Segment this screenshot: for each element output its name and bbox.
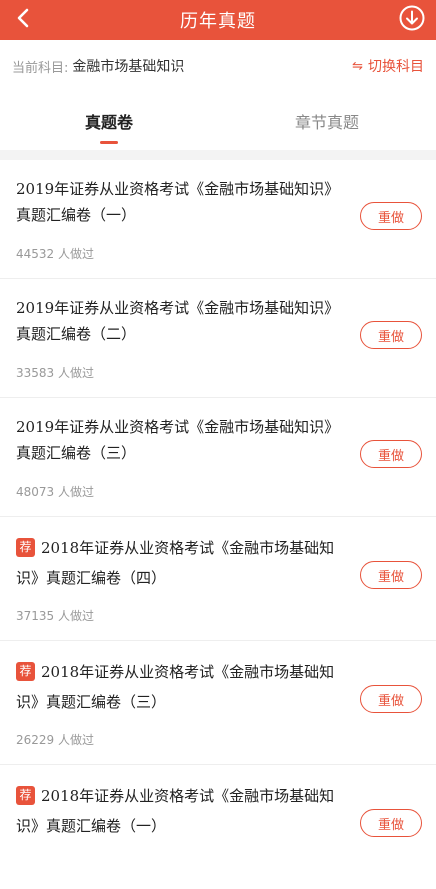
- current-subject-value: 金融市场基础知识: [72, 59, 185, 75]
- swap-icon: ⇋: [352, 58, 363, 74]
- paper-list: 2019年证券从业资格考试《金融市场基础知识》真题汇编卷（一） 44532 人做…: [0, 160, 436, 889]
- switch-subject-button[interactable]: ⇋ 切换科目: [352, 56, 424, 76]
- recommended-badge: 荐: [16, 662, 35, 681]
- subject-bar: 当前科目: 金融市场基础知识 ⇋ 切换科目: [0, 40, 436, 92]
- attempt-count: 37135 人做过: [16, 609, 94, 623]
- redo-button[interactable]: 重做: [360, 809, 422, 837]
- redo-button[interactable]: 重做: [360, 685, 422, 713]
- redo-button[interactable]: 重做: [360, 321, 422, 349]
- chevron-left-icon[interactable]: [12, 6, 36, 30]
- attempt-count: 26229 人做过: [16, 733, 94, 747]
- redo-button[interactable]: 重做: [360, 561, 422, 589]
- recommended-badge: 荐: [16, 786, 35, 805]
- list-item[interactable]: 荐 2018年证券从业资格考试《金融市场基础知识》真题汇编卷（三） 26229 人…: [0, 641, 436, 765]
- attempt-count: 48073 人做过: [16, 485, 94, 499]
- list-item[interactable]: 2019年证券从业资格考试《金融市场基础知识》真题汇编卷（一） 44532 人做…: [0, 160, 436, 279]
- paper-title: 2019年证券从业资格考试《金融市场基础知识》真题汇编卷（三）: [16, 418, 332, 462]
- tab-chapter-questions[interactable]: 章节真题: [218, 92, 436, 150]
- list-item[interactable]: 2019年证券从业资格考试《金融市场基础知识》真题汇编卷（三） 48073 人做…: [0, 398, 436, 517]
- paper-title: 2019年证券从业资格考试《金融市场基础知识》真题汇编卷（二）: [16, 299, 332, 343]
- section-divider: [0, 150, 436, 160]
- switch-subject-label: 切换科目: [368, 59, 424, 75]
- paper-title: 2018年证券从业资格考试《金融市场基础知识》真题汇编卷（三）: [16, 663, 335, 711]
- attempt-count: 33583 人做过: [16, 366, 94, 380]
- redo-button[interactable]: 重做: [360, 440, 422, 468]
- paper-title: 2019年证券从业资格考试《金融市场基础知识》真题汇编卷（一）: [16, 180, 332, 224]
- paper-title-wrapper: 荐 2018年证券从业资格考试《金融市场基础知识》真题汇编卷（一）: [16, 781, 336, 841]
- list-item[interactable]: 2019年证券从业资格考试《金融市场基础知识》真题汇编卷（二） 33583 人做…: [0, 279, 436, 398]
- tab-exam-papers[interactable]: 真题卷: [0, 92, 218, 150]
- tab-bar: 真题卷 章节真题: [0, 92, 436, 150]
- recommended-badge: 荐: [16, 538, 35, 557]
- list-item[interactable]: 荐 2018年证券从业资格考试《金融市场基础知识》真题汇编卷（四） 37135 人…: [0, 517, 436, 641]
- tab-label: 章节真题: [294, 113, 359, 132]
- current-subject-label: 当前科目:: [12, 60, 69, 76]
- tab-label: 真题卷: [84, 113, 133, 132]
- page-title: 历年真题: [180, 11, 256, 32]
- paper-title-wrapper: 荐 2018年证券从业资格考试《金融市场基础知识》真题汇编卷（三）: [16, 657, 336, 717]
- paper-title: 2018年证券从业资格考试《金融市场基础知识》真题汇编卷（四）: [16, 539, 335, 587]
- paper-title-wrapper: 荐 2018年证券从业资格考试《金融市场基础知识》真题汇编卷（四）: [16, 533, 336, 593]
- paper-title: 2018年证券从业资格考试《金融市场基础知识》真题汇编卷（一）: [16, 787, 335, 835]
- download-circle-icon[interactable]: [398, 4, 426, 32]
- tab-active-indicator: [100, 141, 118, 144]
- redo-button[interactable]: 重做: [360, 202, 422, 230]
- attempt-count: 44532 人做过: [16, 247, 94, 261]
- app-header: 历年真题: [0, 0, 436, 40]
- list-item[interactable]: 荐 2018年证券从业资格考试《金融市场基础知识》真题汇编卷（一） 重做: [0, 765, 436, 889]
